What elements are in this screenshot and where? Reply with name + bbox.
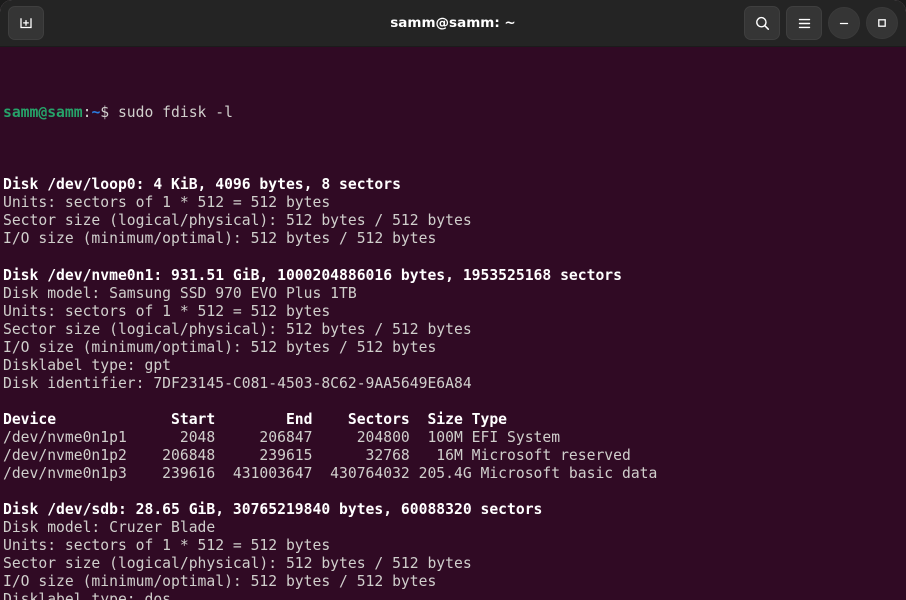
new-tab-icon: [20, 18, 32, 29]
minimize-icon: [839, 22, 849, 25]
titlebar: samm@samm: ~: [0, 0, 906, 47]
terminal-output-line: Disklabel type: dos: [3, 591, 172, 600]
terminal-output-line: I/O size (minimum/optimal): 512 bytes / …: [3, 573, 437, 591]
terminal-heading-line: Disk /dev/nvme0n1: 931.51 GiB, 100020488…: [3, 266, 622, 284]
terminal-heading-line: Disk /dev/loop0: 4 KiB, 4096 bytes, 8 se…: [3, 176, 401, 194]
terminal-output-line: /dev/nvme0n1p1 2048 206847 204800 100M E…: [3, 428, 561, 446]
prompt-line: samm@samm:~$ sudo fdisk -l: [3, 104, 906, 122]
terminal-output-line: Sector size (logical/physical): 512 byte…: [3, 555, 472, 573]
prompt-path: ~: [91, 104, 101, 122]
terminal-output-line: Sector size (logical/physical): 512 byte…: [3, 320, 472, 338]
menu-button[interactable]: [786, 6, 822, 40]
new-tab-button[interactable]: [8, 6, 44, 40]
titlebar-right-controls: [744, 6, 898, 40]
terminal-heading-line: Disk /dev/sdb: 28.65 GiB, 30765219840 by…: [3, 501, 543, 519]
terminal-output-line: I/O size (minimum/optimal): 512 bytes / …: [3, 230, 437, 248]
terminal-output-line: Sector size (logical/physical): 512 byte…: [3, 212, 472, 230]
terminal-output-line: Units: sectors of 1 * 512 = 512 bytes: [3, 302, 331, 320]
terminal-screen: samm@samm:~$ sudo fdisk -l Disk /dev/loo…: [3, 50, 906, 600]
search-button[interactable]: [744, 6, 780, 40]
terminal-window: samm@samm: ~ samm@samm:~$ sudo fdisk -l …: [0, 0, 906, 600]
terminal-heading-line: Device Start End Sectors Size Type: [3, 410, 508, 428]
terminal-body[interactable]: samm@samm:~$ sudo fdisk -l Disk /dev/loo…: [0, 47, 906, 600]
terminal-output-line: Disklabel type: gpt: [3, 356, 172, 374]
hamburger-menu-icon: [798, 18, 810, 28]
terminal-output-line: Units: sectors of 1 * 512 = 512 bytes: [3, 537, 331, 555]
minimize-button[interactable]: [828, 7, 860, 39]
prompt-sigil: $: [100, 104, 110, 122]
maximize-button[interactable]: [866, 7, 898, 39]
maximize-icon: [878, 19, 886, 27]
terminal-output-line: Units: sectors of 1 * 512 = 512 bytes: [3, 194, 331, 212]
terminal-output-line: Disk model: Samsung SSD 970 EVO Plus 1TB: [3, 284, 357, 302]
prompt-user-host: samm@samm: [3, 104, 83, 122]
terminal-output-line: /dev/nvme0n1p3 239616 431003647 43076403…: [3, 465, 658, 483]
terminal-output-line: Disk identifier: 7DF23145-C081-4503-8C62…: [3, 374, 472, 392]
terminal-output-line: I/O size (minimum/optimal): 512 bytes / …: [3, 338, 437, 356]
titlebar-left-controls: [8, 6, 44, 40]
search-icon: [755, 16, 769, 30]
command-output: Disk /dev/loop0: 4 KiB, 4096 bytes, 8 se…: [3, 176, 906, 600]
prompt-command: sudo fdisk -l: [109, 104, 233, 122]
terminal-output-line: /dev/nvme0n1p2 206848 239615 32768 16M M…: [3, 447, 631, 465]
terminal-output-line: Disk model: Cruzer Blade: [3, 519, 216, 537]
